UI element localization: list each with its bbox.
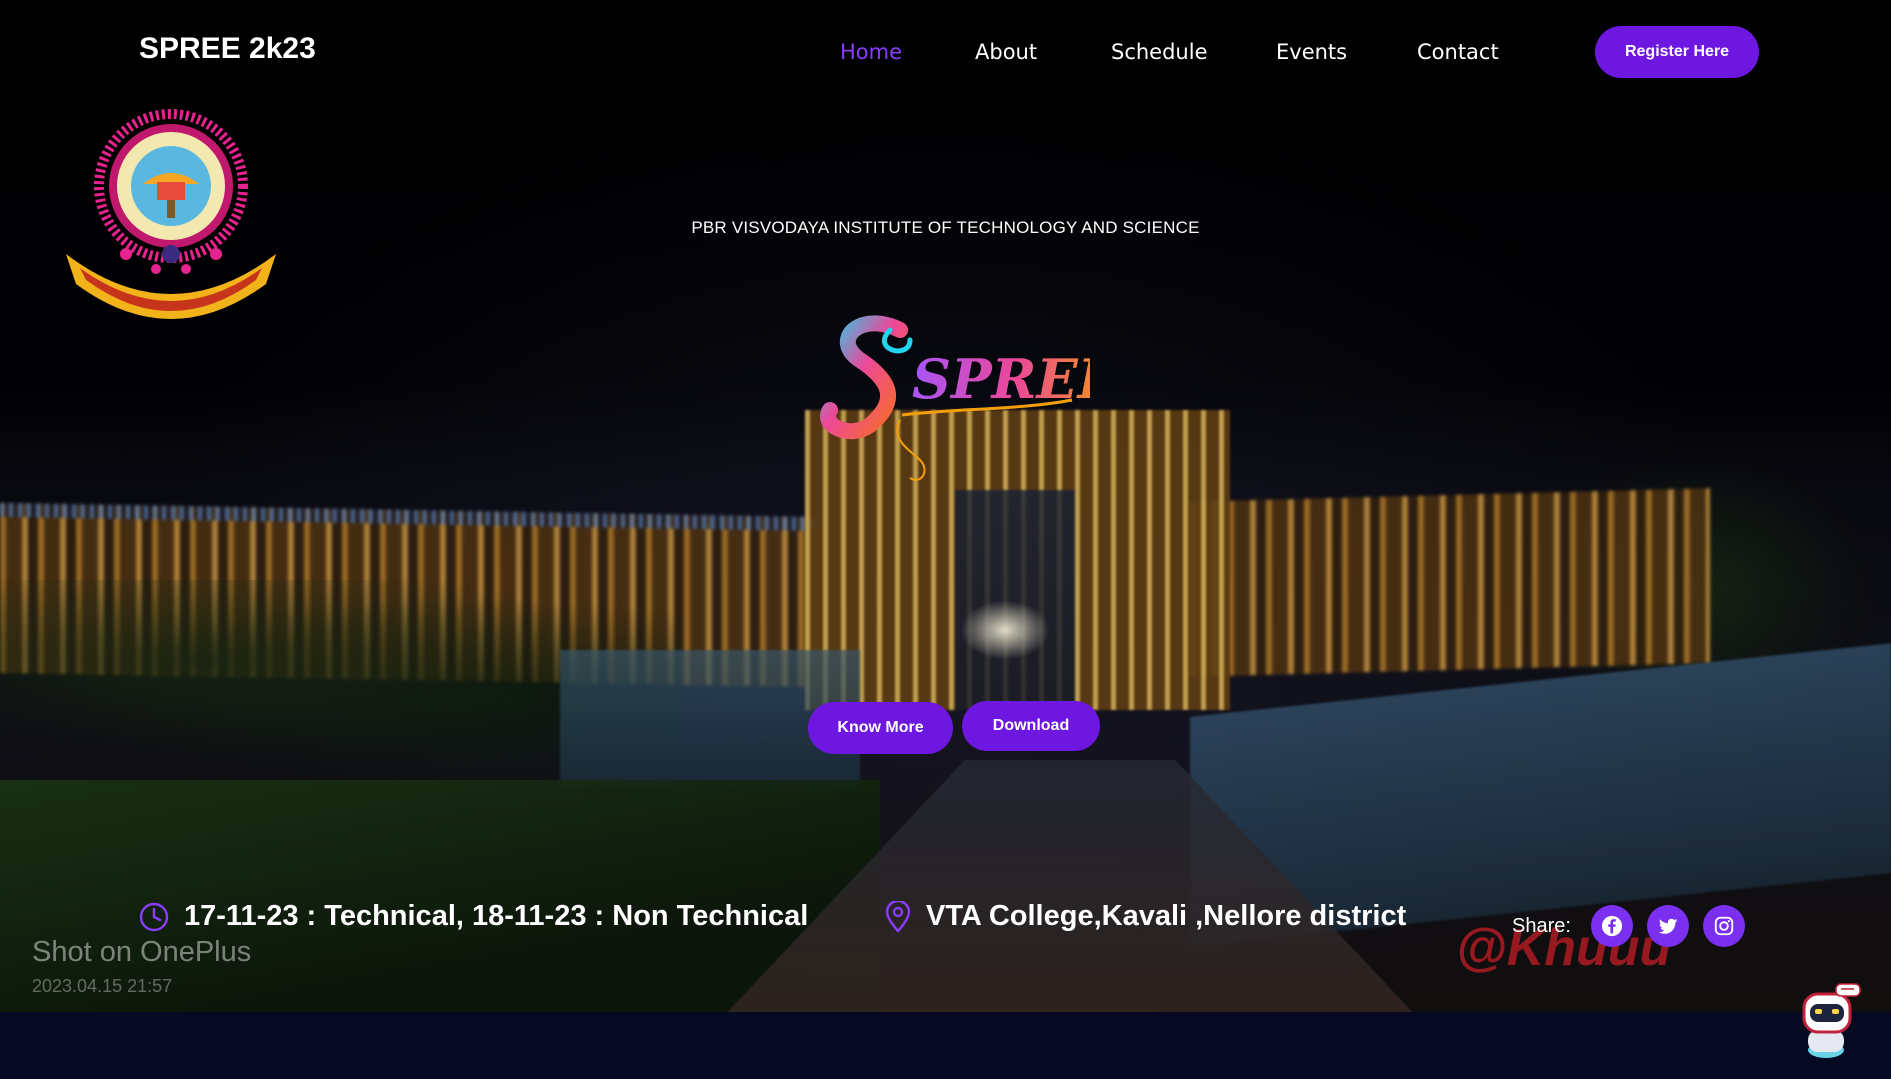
spree-logo: SPREE [820,315,1090,481]
share-label: Share: [1512,914,1571,937]
event-dates: 17-11-23 : Technical, 18-11-23 : Non Tec… [138,900,808,933]
event-dates-text: 17-11-23 : Technical, 18-11-23 : Non Tec… [184,900,809,932]
watermark-timestamp: 2023.04.15 21:57 [32,976,173,996]
next-section-strip [0,1012,1891,1079]
event-venue: VTA College,Kavali ,Nellore district [884,900,1406,933]
institute-name: PBR VISVODAYA INSTITUTE OF TECHNOLOGY AN… [691,218,1200,237]
facebook-icon[interactable] [1590,905,1633,947]
instagram-icon[interactable] [1702,905,1745,947]
nav-link-schedule[interactable]: Schedule [1111,40,1208,64]
twitter-icon[interactable] [1646,905,1689,947]
chatbot-icon[interactable] [1796,980,1862,1060]
nav-link-contact[interactable]: Contact [1417,40,1499,64]
event-venue-text: VTA College,Kavali ,Nellore district [926,900,1407,932]
nav-link-home[interactable]: Home [840,40,902,64]
nav-link-about[interactable]: About [975,40,1037,64]
navbar: SPREE 2k23 Home About Schedule Events Co… [0,0,1891,104]
know-more-button[interactable]: Know More [808,702,953,754]
register-button[interactable]: Register Here [1595,26,1759,78]
nav-link-events[interactable]: Events [1276,40,1347,64]
location-pin-icon [885,900,911,933]
share-bar: Share: [1512,905,1759,947]
watermark-camera: Shot on OnePlus [32,936,252,968]
download-button[interactable]: Download [962,701,1100,751]
brand-title[interactable]: SPREE 2k23 [139,32,316,66]
clock-icon [139,902,169,931]
